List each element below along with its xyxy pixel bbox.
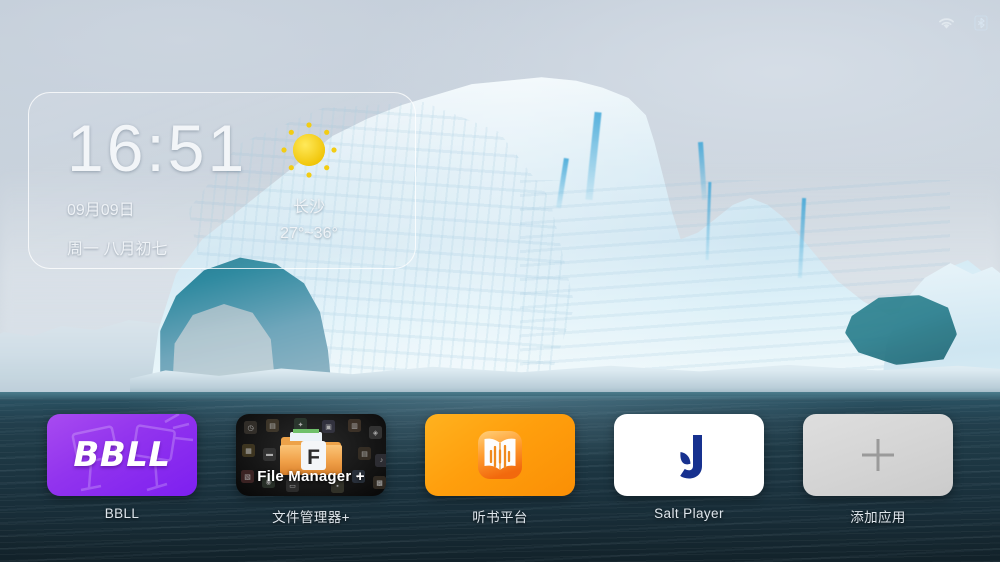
file-manager-icon[interactable]: ◷ ▤ ✦ ▣ ▥ ◈ ▦ ▬ ▤ ♪ ▧ ◉ ♫ ▩ ▭ ▪ F File M… <box>236 414 386 496</box>
mini-file-icon: ▤ <box>358 447 371 460</box>
clock-block: 16:51 09月09日 周一 八月初七 <box>67 111 247 263</box>
wifi-icon[interactable] <box>937 16 956 30</box>
clock-weather-widget[interactable]: 16:51 09月09日 周一 八月初七 长沙 27°~36° <box>28 92 416 269</box>
mini-file-icon: ♪ <box>375 454 386 467</box>
mini-file-icon: ◷ <box>244 421 257 434</box>
app-bbll[interactable]: BBLL BBLL <box>47 414 197 526</box>
weather-block: 长沙 27°~36° <box>245 115 373 247</box>
mini-file-icon: ▥ <box>348 419 361 432</box>
app-label: BBLL <box>104 506 140 521</box>
app-salt-player[interactable]: Salt Player <box>614 414 764 526</box>
clock-time: 16:51 <box>67 111 248 185</box>
app-label: 听书平台 <box>472 510 528 525</box>
bluetooth-icon[interactable] <box>974 15 988 31</box>
mini-file-icon: ◈ <box>369 426 382 439</box>
sunny-icon <box>245 115 373 185</box>
app-label: 文件管理器+ <box>272 510 350 525</box>
salt-player-icon[interactable] <box>614 414 764 496</box>
salt-j-logo <box>680 435 702 479</box>
clock-date: 09月09日 <box>67 202 135 219</box>
clock-weekday-lunar: 周一 八月初七 <box>67 241 168 258</box>
file-manager-wordmark: File Manager + <box>257 468 365 485</box>
app-add[interactable]: 添加应用 <box>803 414 953 526</box>
bbll-wordmark: BBLL <box>73 435 171 475</box>
weather-temperature: 27°~36° <box>280 225 338 242</box>
app-label: Salt Player <box>654 506 724 521</box>
app-file-manager[interactable]: ◷ ▤ ✦ ▣ ▥ ◈ ▦ ▬ ▤ ♪ ▧ ◉ ♫ ▩ ▭ ▪ F File M… <box>236 414 386 526</box>
home-screen: 16:51 09月09日 周一 八月初七 长沙 27°~36° BBLL BBL… <box>0 0 1000 562</box>
app-dock: BBLL BBLL ◷ ▤ ✦ ▣ ▥ ◈ ▦ ▬ ▤ ♪ ▧ ◉ ♫ ▩ ▭ … <box>0 414 1000 526</box>
mini-file-icon: ▦ <box>242 444 255 457</box>
weather-city: 长沙 <box>292 199 325 216</box>
plus-icon[interactable] <box>803 414 953 496</box>
app-audiobook[interactable]: 听书平台 <box>425 414 575 526</box>
mini-file-icon: ▬ <box>263 448 276 461</box>
bbll-icon[interactable]: BBLL <box>47 414 197 496</box>
plus-glyph <box>862 439 894 471</box>
audiobook-icon[interactable] <box>425 414 575 496</box>
mini-file-icon: ▤ <box>266 419 279 432</box>
app-label: 添加应用 <box>850 510 906 525</box>
book-waveform-icon <box>478 431 522 479</box>
svg-text:F: F <box>307 446 320 469</box>
status-bar <box>937 12 988 34</box>
